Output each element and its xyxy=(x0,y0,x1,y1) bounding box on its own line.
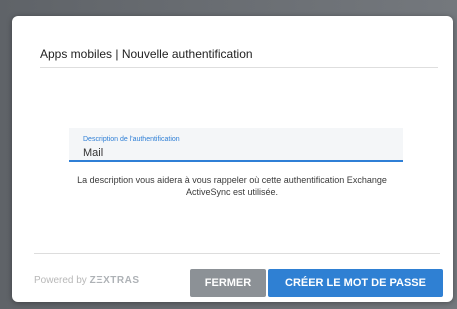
modal-header: Apps mobiles | Nouvelle authentification xyxy=(40,45,438,68)
description-field[interactable]: Description de l'authentification Mail xyxy=(69,128,403,162)
description-input[interactable]: Mail xyxy=(83,147,103,159)
modal-content: Description de l'authentification Mail L… xyxy=(12,128,453,218)
zextras-logo: ZΞXTRAS xyxy=(89,275,140,286)
powered-by: Powered by ZΞXTRAS xyxy=(34,275,140,286)
close-button[interactable]: FERMER xyxy=(190,269,266,297)
description-label: Description de l'authentification xyxy=(83,136,180,143)
modal-title: Apps mobiles | Nouvelle authentification xyxy=(40,47,253,61)
create-password-button[interactable]: CRÉER LE MOT DE PASSE xyxy=(268,269,443,297)
footer-divider xyxy=(34,253,440,254)
help-text: La description vous aidera à vous rappel… xyxy=(77,175,387,197)
powered-by-label: Powered by xyxy=(34,275,87,286)
authentication-modal: Apps mobiles | Nouvelle authentification… xyxy=(12,16,453,302)
